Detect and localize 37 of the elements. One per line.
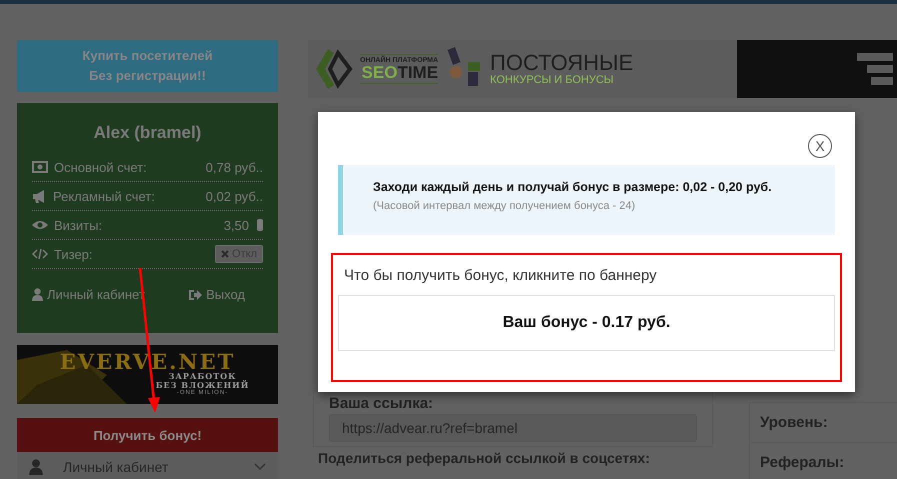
row-label: Основной счет:	[54, 160, 147, 174]
row-value: 3,50	[224, 218, 249, 232]
profile-link[interactable]: Выход	[188, 287, 245, 302]
exit-icon	[188, 288, 202, 300]
stats-label: Рефералы:	[750, 443, 897, 479]
row-label: Визиты:	[54, 218, 102, 232]
buy-visitors-button[interactable]: Купить посетителей Без регистрации!!	[17, 40, 278, 92]
row-label: Тизер:	[54, 246, 93, 262]
banknote-icon	[32, 161, 48, 173]
stats-label: Уровень:	[750, 403, 897, 443]
banner-text: ЗАРАБОТОК	[168, 372, 236, 381]
banner-headline: ПОСТОЯНЫЕ	[490, 52, 634, 74]
user-icon	[32, 288, 43, 301]
banner-text: БЕЗ ВЛОЖЕНИЙ	[156, 381, 250, 390]
chevron-icon	[254, 463, 266, 471]
bonus-banner[interactable]: Ваш бонус - 0.17 руб.	[338, 295, 835, 351]
info-title: Заходи каждый день и получай бонус в размере: 0,02 - 0,20 руб.	[373, 180, 773, 194]
user-name: Alex (bramel)	[92, 123, 202, 143]
row-value: 0,02 руб..	[206, 188, 263, 204]
info-note: (Часовой интервал между получением бонуса - 24)	[373, 200, 636, 212]
logo	[314, 47, 354, 91]
field-label: Ваша ссылка:	[329, 395, 434, 412]
code-icon	[32, 248, 48, 260]
share-heading: Поделиться реферальной ссылкой в соцсетях:	[318, 450, 651, 466]
get-bonus-button[interactable]: Получить бонус!	[17, 418, 278, 452]
menu-item[interactable]: Личный кабинет	[17, 452, 278, 479]
eye-icon	[32, 220, 48, 230]
user-icon	[29, 459, 43, 475]
megaphone-icon	[32, 190, 47, 202]
cross-icon	[221, 250, 230, 258]
row-label: Рекламный счет:	[53, 188, 155, 204]
banner-text: КОНКУРСЫ И БОНУСЫ	[490, 74, 615, 86]
ad-banner[interactable]	[737, 40, 897, 98]
banner-logo-text: SEOTIME	[362, 64, 438, 81]
row-value: 0,78 руб..	[206, 160, 263, 174]
prompt-text: Что бы получить бонус, кликните по баннеру	[344, 267, 658, 284]
close-button[interactable]: X	[808, 134, 832, 158]
